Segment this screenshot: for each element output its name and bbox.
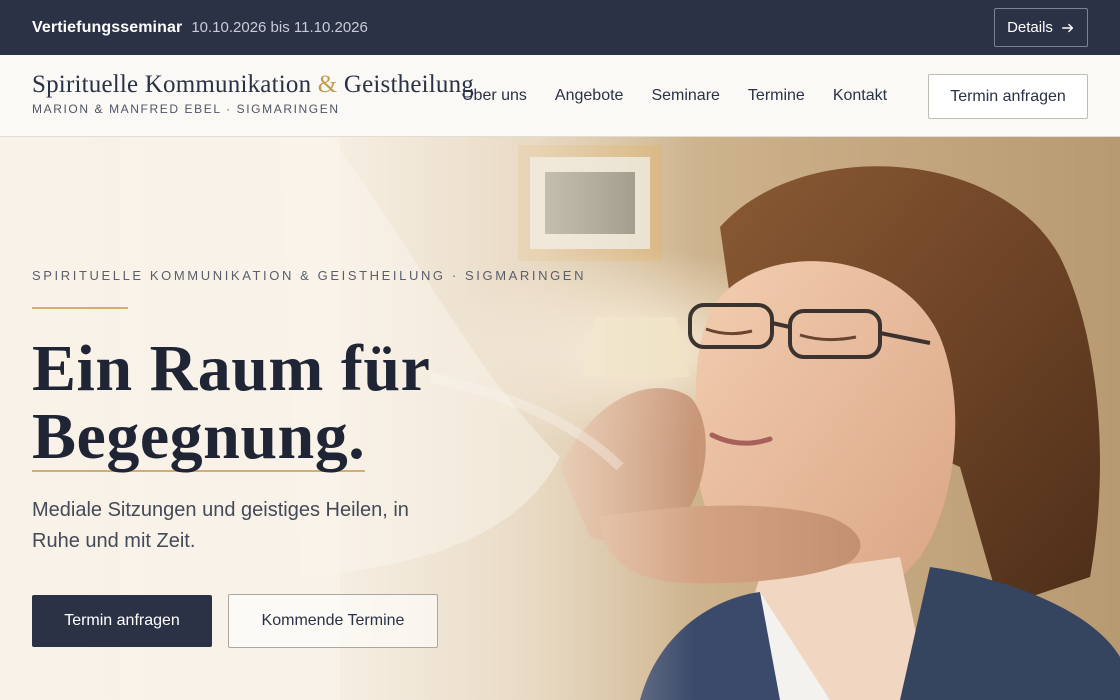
hero-kicker: SPIRITUELLE KOMMUNIKATION & GEISTHEILUNG… xyxy=(32,268,587,283)
hero-headline-line1: Ein Raum für xyxy=(32,332,431,405)
main-nav: Über uns Angebote Seminare Termine Konta… xyxy=(462,55,887,136)
brand-name-part2: Geistheilung xyxy=(343,71,475,98)
announcement-bar: Vertiefungsseminar 10.10.2026 bis 11.10.… xyxy=(0,0,1120,55)
brand-name-part1: Spirituelle Kommunikation xyxy=(32,71,312,98)
nav-item-ueber-uns[interactable]: Über uns xyxy=(462,87,527,105)
brand-subtitle: MARION & MANFRED EBEL · SIGMARINGEN xyxy=(32,102,340,116)
details-button-label: Details xyxy=(1007,19,1053,36)
nav-item-kontakt[interactable]: Kontakt xyxy=(833,87,887,105)
brand-logo[interactable]: Spirituelle Kommunikation & Geistheilung… xyxy=(32,71,474,116)
brand-ampersand: & xyxy=(317,71,338,98)
hero-lead-text: Mediale Sitzungen und geistiges Heilen, … xyxy=(32,499,409,552)
nav-item-angebote[interactable]: Angebote xyxy=(555,87,624,105)
kicker-divider xyxy=(32,307,128,309)
nav-item-termine[interactable]: Termine xyxy=(748,87,805,105)
hero-headline: Ein Raum für Begegnung. xyxy=(32,335,430,472)
details-button[interactable]: Details xyxy=(994,8,1088,47)
site-header: Spirituelle Kommunikation & Geistheilung… xyxy=(0,55,1120,137)
nav-item-seminare[interactable]: Seminare xyxy=(651,87,719,105)
hero-headline-line2: Begegnung. xyxy=(32,400,366,473)
hero-appointment-button[interactable]: Termin anfragen xyxy=(32,595,212,647)
header-appointment-button[interactable]: Termin anfragen xyxy=(928,74,1088,119)
hero-section: SPIRITUELLE KOMMUNIKATION & GEISTHEILUNG… xyxy=(0,137,1120,700)
announcement-title: Vertiefungsseminar xyxy=(32,18,183,36)
arrow-right-icon xyxy=(1061,23,1073,32)
brand-name: Spirituelle Kommunikation & Geistheilung xyxy=(32,71,474,99)
announcement-dates: 10.10.2026 bis 11.10.2026 xyxy=(191,19,368,36)
upcoming-dates-button[interactable]: Kommende Termine xyxy=(228,594,438,648)
